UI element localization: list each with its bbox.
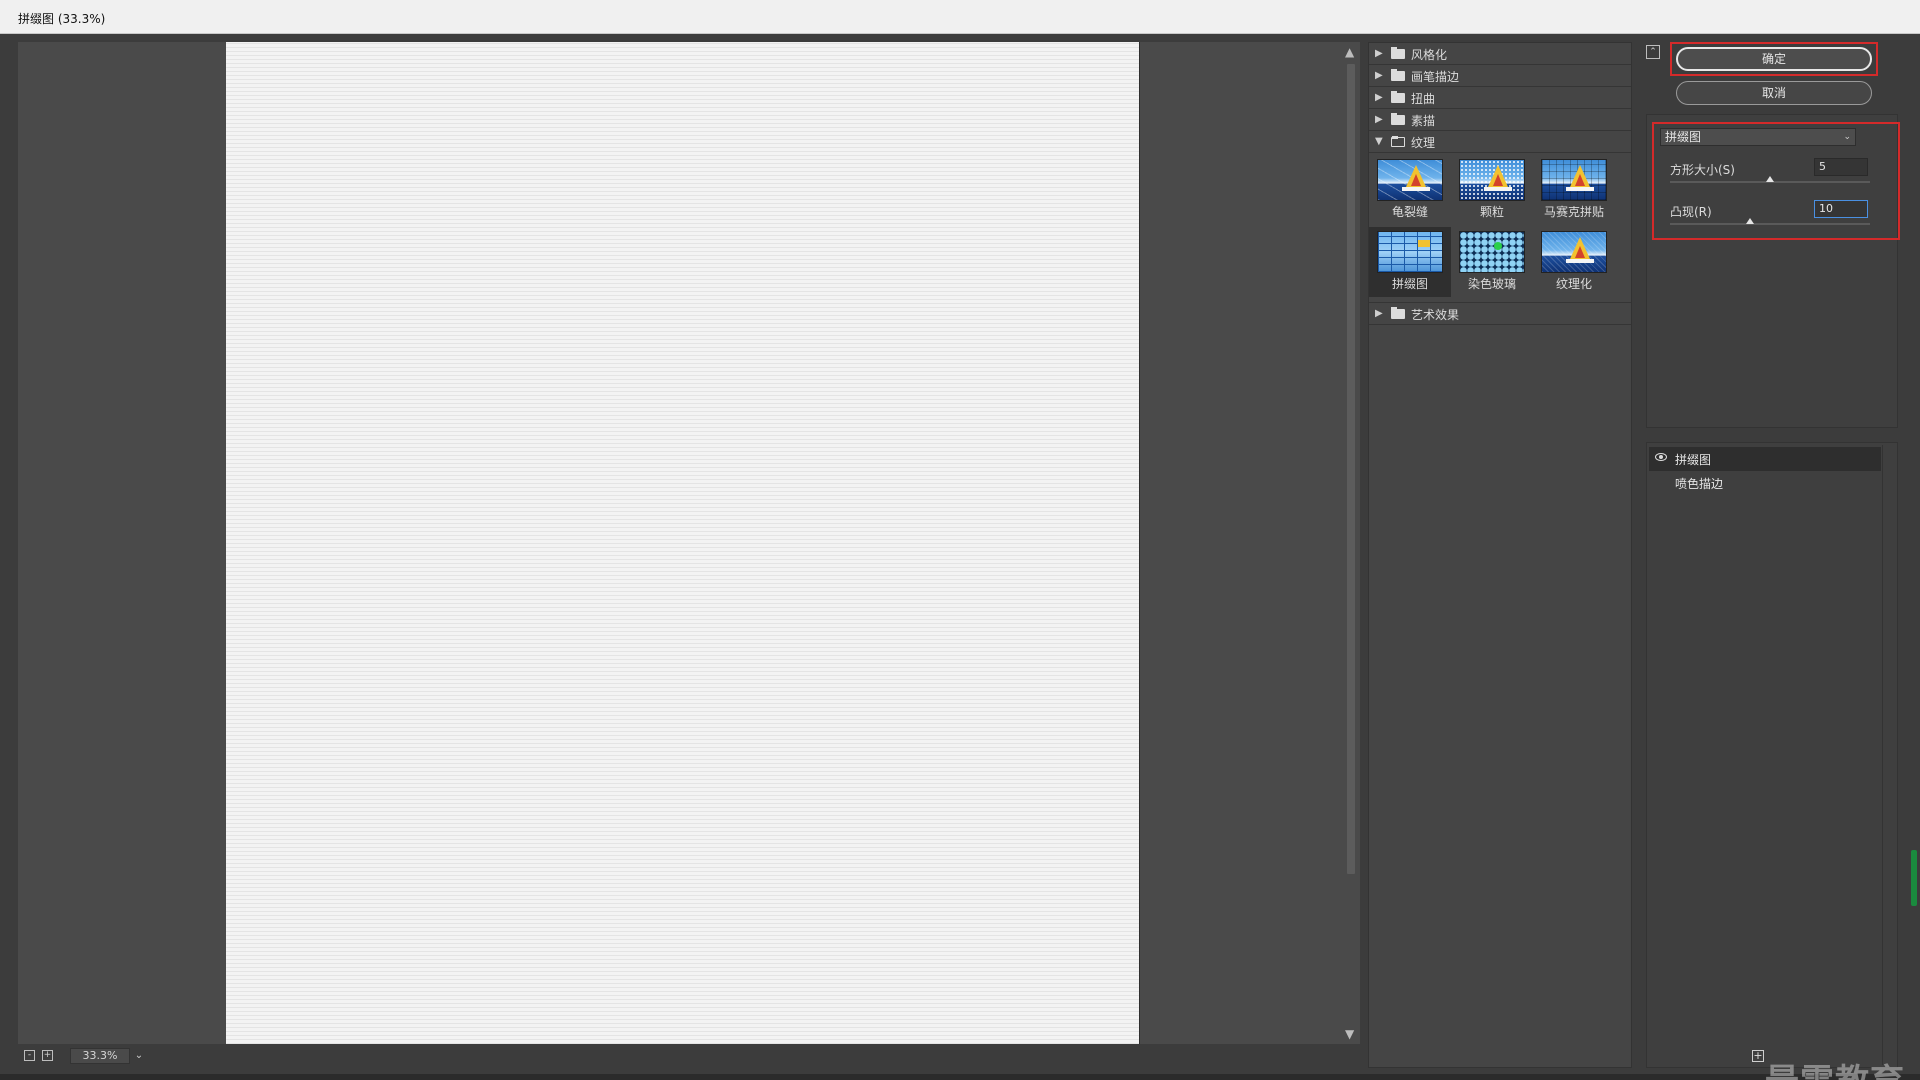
preview-vertical-scrollbar[interactable]: ▲ ▼ bbox=[1342, 42, 1360, 1044]
layers-scrollbar[interactable] bbox=[1882, 445, 1883, 1065]
collapse-triangle-icon[interactable]: ▼ bbox=[1375, 136, 1383, 147]
filter-gallery-dialog: ▲ ▼ - + 33.3% ⌄ ▶ 风格化 ▶ 画笔描边 ▶ 扭曲 ▶ 素描 ▼… bbox=[0, 34, 1920, 1080]
folder-label: 艺术效果 bbox=[1411, 308, 1460, 322]
filter-thumbnail bbox=[1459, 231, 1525, 273]
zoom-level[interactable]: 33.3% bbox=[70, 1048, 130, 1064]
watermark-logo: 最需教育 bbox=[1765, 1054, 1905, 1080]
cancel-button[interactable]: 取消 bbox=[1676, 81, 1872, 105]
filter-label: 拼缀图 bbox=[1391, 277, 1428, 291]
folder-sketch[interactable]: ▶ 素描 bbox=[1369, 109, 1631, 131]
scrollbar-thumb[interactable] bbox=[1347, 64, 1355, 874]
filter-thumbnail bbox=[1459, 159, 1525, 201]
preview-canvas[interactable] bbox=[226, 42, 1140, 1044]
filter-thumbnail bbox=[1377, 231, 1443, 273]
eye-icon[interactable] bbox=[1655, 453, 1667, 461]
expand-triangle-icon[interactable]: ▶ bbox=[1375, 114, 1383, 125]
window-titlebar: 拼缀图 (33.3%) bbox=[0, 0, 1920, 34]
filter-label: 马赛克拼贴 bbox=[1543, 205, 1604, 219]
ok-button[interactable]: 确定 bbox=[1676, 47, 1872, 71]
relief-input[interactable]: 10 bbox=[1814, 200, 1868, 218]
relief-slider[interactable] bbox=[1670, 223, 1870, 225]
zoom-in-button[interactable]: + bbox=[42, 1050, 53, 1061]
filter-select-dropdown[interactable]: 拼缀图 ⌄ bbox=[1660, 128, 1856, 146]
expand-triangle-icon[interactable]: ▶ bbox=[1375, 92, 1383, 103]
texture-filter-thumbnails: 龟裂缝 颗粒 马赛克拼贴 拼缀图 染色玻璃 纹理化 bbox=[1369, 153, 1631, 303]
filter-texturizer[interactable]: 纹理化 bbox=[1533, 227, 1615, 297]
folder-distort[interactable]: ▶ 扭曲 bbox=[1369, 87, 1631, 109]
window-title: 拼缀图 (33.3%) bbox=[18, 12, 106, 26]
filter-label: 染色玻璃 bbox=[1467, 277, 1516, 291]
chevron-down-icon[interactable]: ⌄ bbox=[131, 1048, 147, 1064]
folder-stylize[interactable]: ▶ 风格化 bbox=[1369, 43, 1631, 65]
effect-layer-patchwork[interactable]: 拼缀图 bbox=[1649, 447, 1881, 471]
relief-label: 凸现(R) bbox=[1670, 205, 1712, 219]
filter-select-value: 拼缀图 bbox=[1665, 130, 1702, 144]
square-size-label: 方形大小(S) bbox=[1670, 163, 1735, 177]
folder-icon bbox=[1391, 69, 1405, 81]
scroll-up-arrow-icon[interactable]: ▲ bbox=[1345, 46, 1354, 58]
folder-icon bbox=[1391, 47, 1405, 59]
filter-patchwork[interactable]: 拼缀图 bbox=[1369, 227, 1451, 297]
expand-triangle-icon[interactable]: ▶ bbox=[1375, 308, 1383, 319]
filter-thumbnail bbox=[1541, 231, 1607, 273]
filter-label: 龟裂缝 bbox=[1391, 205, 1428, 219]
expand-triangle-icon[interactable]: ▶ bbox=[1375, 70, 1383, 81]
effect-layer-spatter[interactable]: 喷色描边 bbox=[1649, 471, 1881, 495]
filter-gallery-panel: ▶ 风格化 ▶ 画笔描边 ▶ 扭曲 ▶ 素描 ▼ 纹理 龟裂缝 颗粒 马赛克拼贴… bbox=[1368, 42, 1632, 1068]
folder-brush-strokes[interactable]: ▶ 画笔描边 bbox=[1369, 65, 1631, 87]
folder-label: 风格化 bbox=[1411, 48, 1448, 62]
filter-mosaic-tiles[interactable]: 马赛克拼贴 bbox=[1533, 155, 1615, 225]
square-size-slider-handle[interactable] bbox=[1766, 176, 1774, 182]
effect-layer-name: 拼缀图 bbox=[1675, 453, 1712, 467]
filter-stained-glass[interactable]: 染色玻璃 bbox=[1451, 227, 1533, 297]
filter-label: 颗粒 bbox=[1479, 205, 1504, 219]
zoom-out-button[interactable]: - bbox=[24, 1050, 35, 1061]
open-folder-icon bbox=[1391, 136, 1405, 147]
filter-grain[interactable]: 颗粒 bbox=[1451, 155, 1533, 225]
new-effect-layer-icon[interactable]: + bbox=[1752, 1050, 1764, 1062]
folder-artistic[interactable]: ▶ 艺术效果 bbox=[1369, 303, 1631, 325]
settings-column: ⌃ 确定 取消 拼缀图 ⌄ 方形大小(S) 5 凸现(R) 10 拼缀图 喷色描… bbox=[1646, 42, 1910, 1068]
folder-icon bbox=[1391, 113, 1405, 125]
folder-icon bbox=[1391, 91, 1405, 103]
folder-label: 扭曲 bbox=[1411, 92, 1436, 106]
relief-slider-handle[interactable] bbox=[1746, 218, 1754, 224]
collapse-gallery-icon[interactable]: ⌃ bbox=[1646, 45, 1660, 59]
filter-thumbnail bbox=[1377, 159, 1443, 201]
square-size-input[interactable]: 5 bbox=[1814, 158, 1868, 176]
folder-label: 纹理 bbox=[1411, 136, 1436, 150]
chevron-down-icon: ⌄ bbox=[1843, 132, 1851, 142]
preview-footer: - + 33.3% ⌄ bbox=[18, 1044, 1360, 1068]
side-indicator bbox=[1911, 850, 1917, 906]
scroll-down-arrow-icon[interactable]: ▼ bbox=[1345, 1028, 1354, 1040]
folder-label: 素描 bbox=[1411, 114, 1436, 128]
effect-layers-panel: 拼缀图 喷色描边 bbox=[1646, 442, 1898, 1068]
effect-layer-name: 喷色描边 bbox=[1675, 477, 1724, 491]
filter-label: 纹理化 bbox=[1555, 277, 1592, 291]
preview-area bbox=[18, 42, 1348, 1044]
filter-craquelure[interactable]: 龟裂缝 bbox=[1369, 155, 1451, 225]
filter-thumbnail bbox=[1541, 159, 1607, 201]
folder-texture[interactable]: ▼ 纹理 bbox=[1369, 131, 1631, 153]
folder-icon bbox=[1391, 307, 1405, 319]
expand-triangle-icon[interactable]: ▶ bbox=[1375, 48, 1383, 59]
folder-label: 画笔描边 bbox=[1411, 70, 1460, 84]
